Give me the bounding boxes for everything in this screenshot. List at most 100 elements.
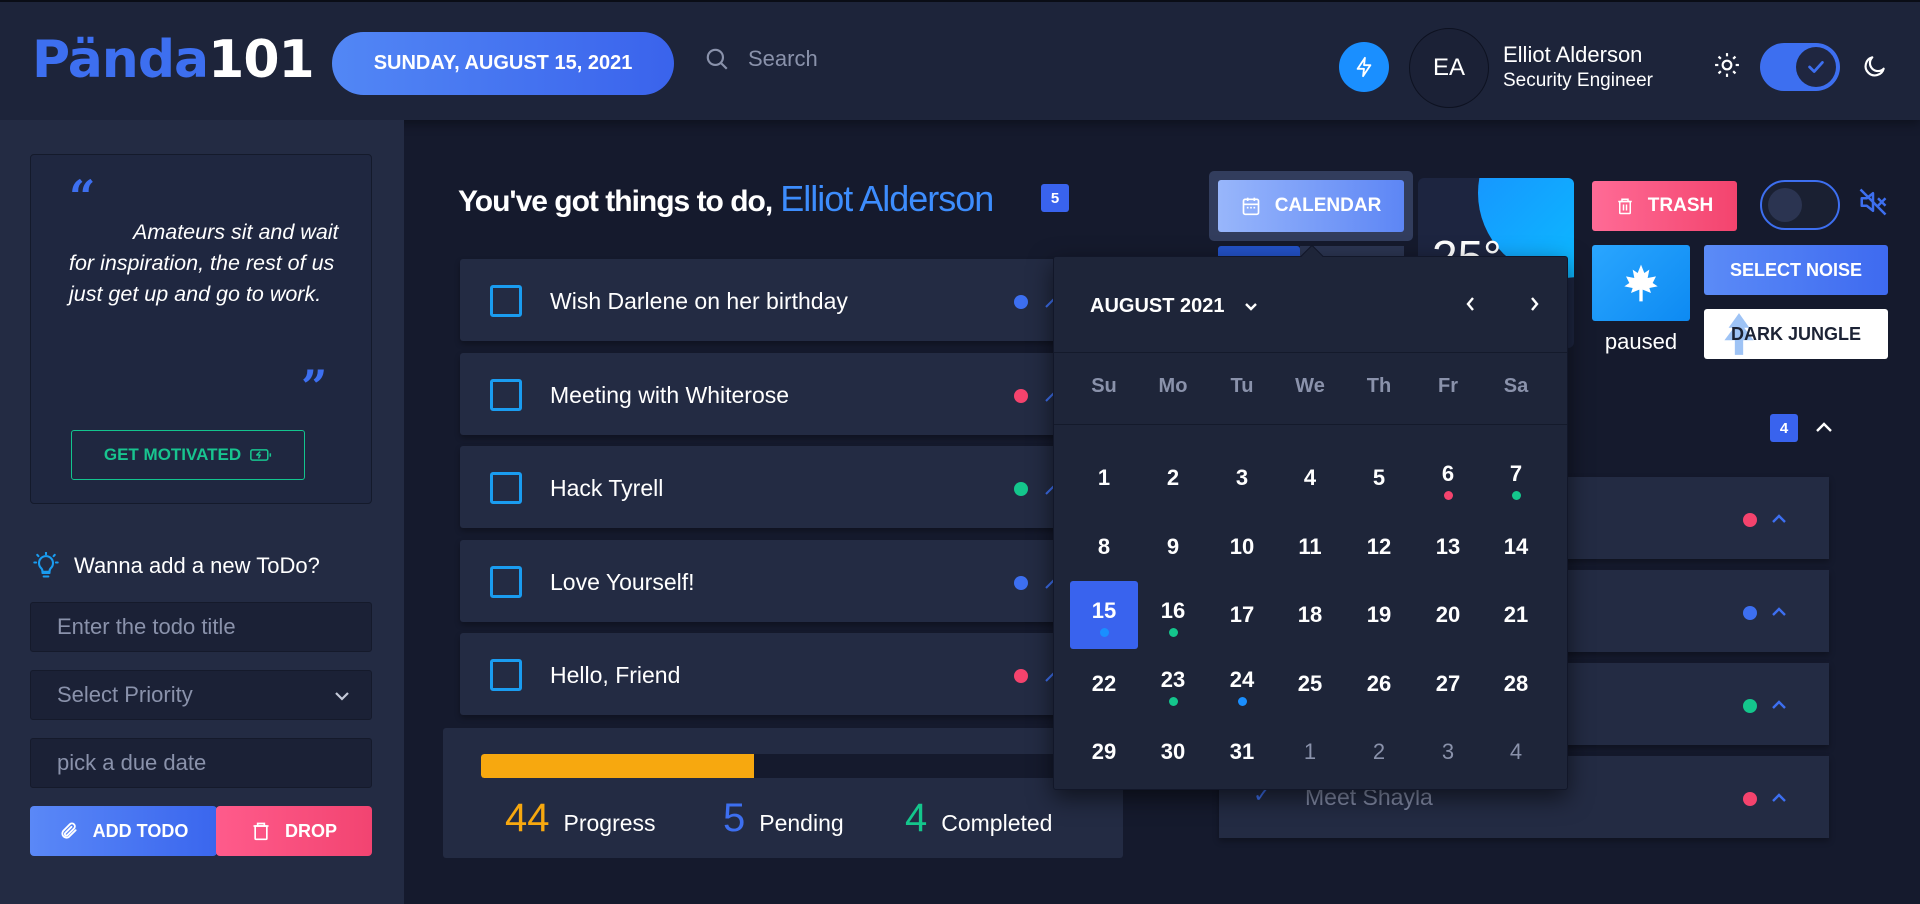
calendar-day[interactable]: 27 <box>1414 650 1482 718</box>
calendar-day[interactable]: 9 <box>1139 513 1207 581</box>
calendar-day[interactable]: 22 <box>1070 650 1138 718</box>
weekday-label: Sa <box>1503 375 1529 397</box>
calendar-day[interactable]: 26 <box>1345 650 1413 718</box>
quote-text: Amateurs sit and wait for inspiration, t… <box>69 220 339 306</box>
add-todo-button[interactable]: ADD TODO <box>30 806 217 856</box>
quote-card: “ Amateurs sit and wait for inspiration,… <box>30 154 372 504</box>
calendar-day[interactable]: 3 <box>1414 718 1482 786</box>
todo-item[interactable]: Wish Darlene on her birthday <box>460 259 1060 341</box>
priority-dot <box>1743 513 1757 527</box>
month-label: AUGUST 2021 <box>1090 295 1225 317</box>
calendar-day[interactable]: 28 <box>1482 650 1550 718</box>
get-motivated-button[interactable]: GET MOTIVATED <box>71 430 305 480</box>
day-number: 12 <box>1366 534 1392 559</box>
calendar-button[interactable]: CALENDAR <box>1218 180 1404 232</box>
calendar-day[interactable]: 29 <box>1070 718 1138 786</box>
day-number: 30 <box>1160 739 1186 764</box>
calendar-day-selected[interactable]: 15 <box>1070 581 1138 649</box>
calendar-day[interactable]: 12 <box>1345 513 1413 581</box>
calendar-day[interactable]: 2 <box>1139 444 1207 512</box>
calendar-day[interactable]: 1 <box>1070 444 1138 512</box>
calendar-day[interactable]: 23 <box>1139 650 1207 718</box>
calendar-day[interactable]: 8 <box>1070 513 1138 581</box>
todo-checkbox[interactable] <box>490 566 522 598</box>
day-number: 4 <box>1303 465 1317 490</box>
due-date-field[interactable] <box>30 738 372 788</box>
calendar-day[interactable]: 10 <box>1208 513 1276 581</box>
select-noise-button[interactable]: SELECT NOISE <box>1704 245 1888 295</box>
pending-count-badge: 5 <box>1041 184 1069 212</box>
chevron-up-icon[interactable] <box>1769 509 1789 527</box>
chevron-up-icon[interactable] <box>1812 417 1836 437</box>
quick-action-button[interactable] <box>1339 42 1389 92</box>
progress-bar-fill <box>481 754 754 778</box>
calendar-day[interactable]: 17 <box>1208 581 1276 649</box>
noise-status: paused <box>1604 329 1678 354</box>
calendar-day[interactable]: 1 <box>1276 718 1344 786</box>
todo-title: Love Yourself! <box>550 569 695 595</box>
calendar-day[interactable]: 4 <box>1276 444 1344 512</box>
calendar-day[interactable]: 3 <box>1208 444 1276 512</box>
next-month-icon[interactable] <box>1524 294 1544 314</box>
calendar-day[interactable]: 24 <box>1208 650 1276 718</box>
lightning-icon <box>1356 56 1372 78</box>
day-number: 23 <box>1160 667 1186 692</box>
calendar-day[interactable]: 20 <box>1414 581 1482 649</box>
search-input[interactable] <box>748 46 1048 72</box>
noise-option[interactable]: DARK JUNGLE <box>1704 309 1888 359</box>
calendar-day[interactable]: 2 <box>1345 718 1413 786</box>
calendar-day[interactable]: 7 <box>1482 444 1550 512</box>
calendar-day[interactable]: 25 <box>1276 650 1344 718</box>
calendar-day[interactable]: 16 <box>1139 581 1207 649</box>
todo-checkbox[interactable] <box>490 659 522 691</box>
drop-button[interactable]: DROP <box>216 806 372 856</box>
priority-dot <box>1743 606 1757 620</box>
avatar[interactable]: EA <box>1409 28 1489 108</box>
divider <box>1054 352 1567 353</box>
date-pill[interactable]: SUNDAY, AUGUST 15, 2021 <box>332 32 674 95</box>
calendar-day[interactable]: 4 <box>1482 718 1550 786</box>
todo-title: Meeting with Whiterose <box>550 382 790 408</box>
noise-toggle[interactable] <box>1760 180 1840 230</box>
todo-checkbox[interactable] <box>490 285 522 317</box>
todo-item[interactable]: Love Yourself! <box>460 540 1060 622</box>
todo-item[interactable]: Hack Tyrell <box>460 446 1060 528</box>
todo-title-input[interactable] <box>57 614 371 640</box>
calendar-day[interactable]: 13 <box>1414 513 1482 581</box>
month-selector[interactable]: AUGUST 2021 <box>1090 295 1259 318</box>
todo-checkbox[interactable] <box>490 472 522 504</box>
due-date-input[interactable] <box>57 750 371 776</box>
priority-select[interactable]: Select Priority <box>30 670 372 720</box>
chevron-up-icon[interactable] <box>1769 602 1789 620</box>
theme-toggle[interactable] <box>1760 43 1840 91</box>
todo-checkbox[interactable] <box>490 379 522 411</box>
calendar-day[interactable]: 19 <box>1345 581 1413 649</box>
calendar-day[interactable]: 30 <box>1139 718 1207 786</box>
day-number: 5 <box>1372 465 1386 490</box>
weekday-label: Tu <box>1230 375 1254 397</box>
calendar-day[interactable]: 11 <box>1276 513 1344 581</box>
calendar-day[interactable]: 31 <box>1208 718 1276 786</box>
chevron-up-icon[interactable] <box>1769 788 1789 806</box>
calendar-day[interactable]: 21 <box>1482 581 1550 649</box>
app-logo[interactable]: Pända101 <box>32 30 315 90</box>
previous-month-icon[interactable] <box>1461 294 1481 314</box>
search-bar[interactable] <box>704 46 1048 72</box>
volume-mute-icon[interactable] <box>1858 187 1888 217</box>
trash-button[interactable]: TRASH <box>1592 181 1737 231</box>
calendar-day[interactable]: 14 <box>1482 513 1550 581</box>
progress-bar <box>481 754 1101 778</box>
calendar-day[interactable]: 18 <box>1276 581 1344 649</box>
chevron-up-icon[interactable] <box>1769 695 1789 713</box>
calendar-day[interactable]: 5 <box>1345 444 1413 512</box>
calendar-day[interactable]: 6 <box>1414 444 1482 512</box>
open-quote-icon: “ <box>69 170 96 224</box>
chevron-down-icon <box>1244 302 1257 311</box>
noise-thumbnail[interactable] <box>1592 245 1690 321</box>
day-number: 20 <box>1435 602 1461 627</box>
moon-icon <box>1864 56 1885 77</box>
weekday-label: Fr <box>1438 375 1458 397</box>
todo-item[interactable]: Hello, Friend <box>460 633 1060 715</box>
todo-title-field[interactable] <box>30 602 372 652</box>
todo-item[interactable]: Meeting with Whiterose <box>460 353 1060 435</box>
